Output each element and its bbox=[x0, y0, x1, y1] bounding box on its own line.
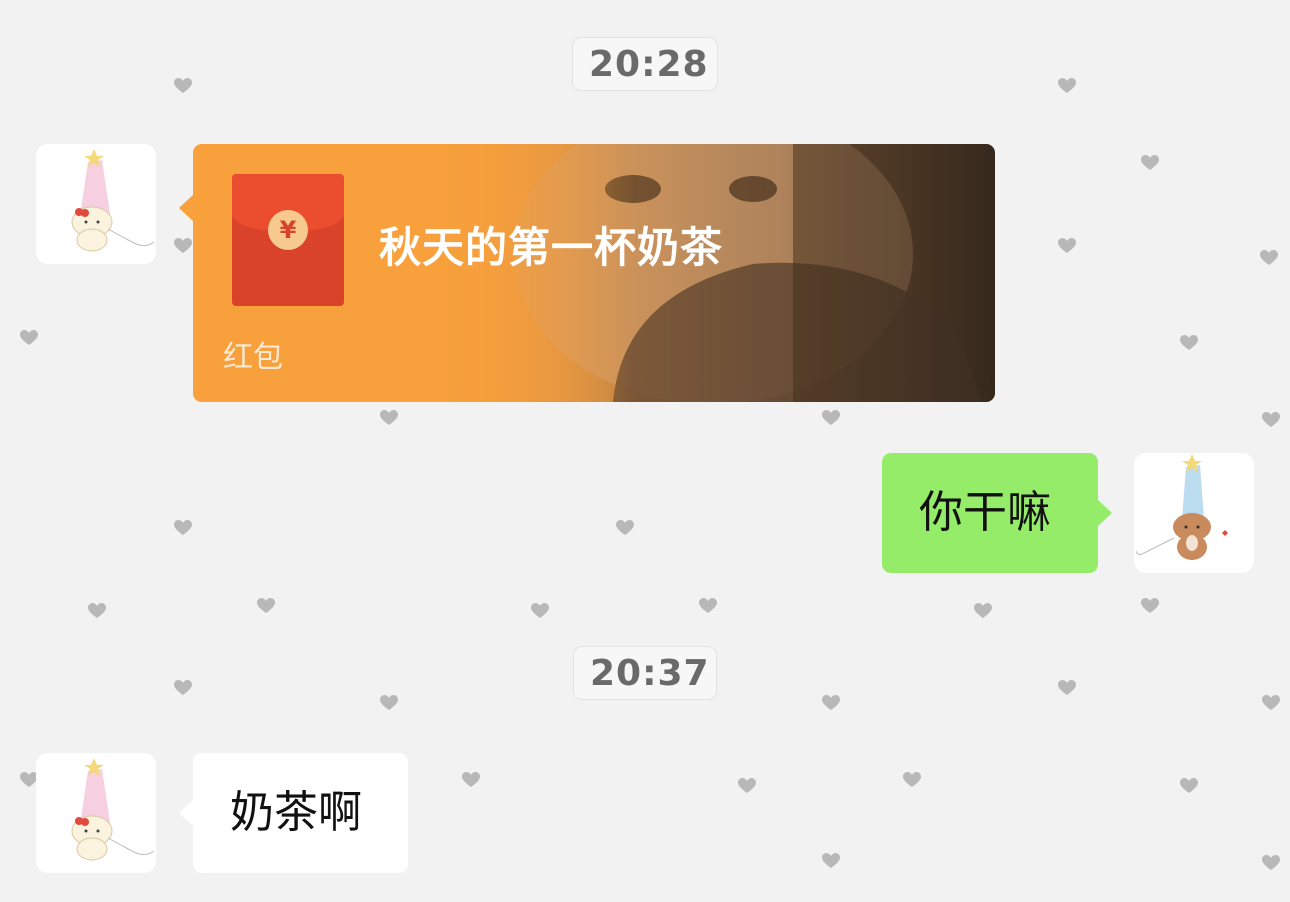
heart-icon bbox=[174, 520, 192, 536]
bubble-tail bbox=[179, 194, 194, 222]
timestamp: 20:37 bbox=[573, 646, 717, 700]
heart-icon bbox=[88, 603, 106, 619]
heart-icon bbox=[174, 680, 192, 696]
self-avatar[interactable] bbox=[1134, 453, 1254, 573]
heart-icon bbox=[380, 410, 398, 426]
heart-icon bbox=[20, 330, 38, 346]
heart-icon bbox=[738, 778, 756, 794]
bubble-tail bbox=[1097, 499, 1112, 527]
heart-icon bbox=[1141, 155, 1159, 171]
heart-icon bbox=[1260, 250, 1278, 266]
heart-icon bbox=[822, 695, 840, 711]
heart-icon bbox=[822, 410, 840, 426]
heart-icon bbox=[174, 78, 192, 94]
heart-icon bbox=[699, 598, 717, 614]
white-cat-avatar-icon bbox=[71, 758, 155, 861]
heart-icon bbox=[380, 695, 398, 711]
heart-icon bbox=[822, 853, 840, 869]
heart-icon bbox=[1180, 778, 1198, 794]
contact-avatar[interactable] bbox=[36, 144, 156, 264]
message-text: 奶茶啊 bbox=[230, 787, 362, 838]
heart-icon bbox=[1141, 598, 1159, 614]
heart-icon bbox=[1058, 680, 1076, 696]
heart-icon bbox=[257, 598, 275, 614]
contact-message-bubble[interactable]: 奶茶啊 bbox=[179, 753, 408, 873]
red-envelope-icon: ¥ bbox=[232, 174, 344, 306]
chat-area[interactable]: 20:28 ¥ 秋天的第一杯奶茶 红包 你干嘛 20:37 奶茶啊 bbox=[0, 0, 1290, 902]
brown-cat-avatar-icon bbox=[1135, 454, 1228, 560]
heart-icon bbox=[1058, 238, 1076, 254]
heart-icon bbox=[174, 238, 192, 254]
bubble-tail bbox=[179, 799, 194, 827]
heart-icon bbox=[616, 520, 634, 536]
heart-icon bbox=[1180, 335, 1198, 351]
heart-icon bbox=[531, 603, 549, 619]
red-packet-title: 秋天的第一杯奶茶 bbox=[379, 223, 724, 272]
heart-icon bbox=[1262, 695, 1280, 711]
heart-icon bbox=[1058, 78, 1076, 94]
heart-icon bbox=[903, 772, 921, 788]
white-cat-avatar-icon bbox=[71, 149, 155, 252]
yuan-coin-icon: ¥ bbox=[268, 210, 308, 250]
contact-avatar[interactable] bbox=[36, 753, 156, 873]
red-packet-message[interactable]: ¥ 秋天的第一杯奶茶 红包 bbox=[179, 144, 995, 402]
timestamp: 20:28 bbox=[572, 37, 718, 91]
self-message-bubble[interactable]: 你干嘛 bbox=[882, 453, 1112, 573]
heart-icon bbox=[462, 772, 480, 788]
message-text: 你干嘛 bbox=[919, 487, 1051, 538]
heart-icon bbox=[974, 603, 992, 619]
red-packet-label: 红包 bbox=[223, 340, 283, 375]
heart-icon bbox=[1262, 412, 1280, 428]
heart-icon bbox=[1262, 855, 1280, 871]
